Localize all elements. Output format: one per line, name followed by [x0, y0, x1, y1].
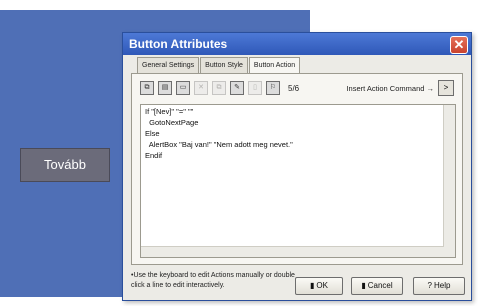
insert-action-command-label: Insert Action Command →: [346, 83, 434, 93]
ok-button[interactable]: ▮ OK: [295, 277, 343, 295]
trash-icon[interactable]: ▯: [248, 81, 262, 95]
script-line[interactable]: Endif: [145, 151, 455, 160]
button-action-panel: ⧉ ▤ ▭ ✕ ⧉ ✎ ▯ ⚐ 5/6 Insert Action Comman…: [131, 73, 463, 265]
tab-button-action[interactable]: Button Action: [248, 57, 301, 73]
action-script-editor[interactable]: If "[Nev]" "=" "" GotoNextPage Else Aler…: [140, 104, 456, 258]
insert-action-command-button[interactable]: >: [438, 80, 454, 96]
tab-button-style[interactable]: Button Style: [200, 57, 248, 73]
help-button[interactable]: ? Help: [413, 277, 465, 295]
ok-label: OK: [316, 281, 328, 290]
help-icon: ?: [427, 281, 432, 290]
horizontal-scrollbar[interactable]: [141, 246, 444, 257]
dialog-title: Button Attributes: [129, 37, 228, 51]
action-count: 5/6: [288, 83, 300, 93]
paste-icon[interactable]: ▤: [158, 81, 172, 95]
cancel-button[interactable]: ▮ Cancel: [351, 277, 403, 295]
cancel-label: Cancel: [367, 281, 393, 290]
dialog-titlebar: Button Attributes ✕: [123, 33, 471, 55]
button-attributes-dialog: Button Attributes ✕ General Settings But…: [122, 32, 472, 301]
delete-icon[interactable]: ✕: [194, 81, 208, 95]
copy-icon[interactable]: ⧉: [140, 81, 154, 95]
action-toolbar: ⧉ ▤ ▭ ✕ ⧉ ✎ ▯ ⚐ 5/6 Insert Action Comman…: [140, 80, 454, 96]
editing-hint: •Use the keyboard to edit Actions manual…: [131, 272, 295, 289]
cancel-icon: ▮: [361, 281, 366, 290]
step-icon[interactable]: ⚐: [266, 81, 280, 95]
vertical-scrollbar[interactable]: [443, 105, 455, 257]
continue-button[interactable]: Tovább: [20, 148, 110, 182]
duplicate-icon[interactable]: ⧉: [212, 81, 226, 95]
script-line[interactable]: If "[Nev]" "=" "": [145, 107, 455, 116]
tab-strip: General Settings Button Style Button Act…: [137, 57, 301, 73]
close-button[interactable]: ✕: [450, 36, 468, 54]
ok-icon: ▮: [310, 281, 315, 290]
script-line[interactable]: Else: [145, 129, 455, 138]
print-icon[interactable]: ▭: [176, 81, 190, 95]
help-label: Help: [434, 281, 451, 290]
close-icon: ✕: [453, 37, 465, 52]
script-line[interactable]: AlertBox "Baj van!" "Nem adott meg nevet…: [145, 140, 455, 149]
edit-icon[interactable]: ✎: [230, 81, 244, 95]
script-line[interactable]: GotoNextPage: [145, 118, 455, 127]
tab-general-settings[interactable]: General Settings: [137, 57, 200, 73]
